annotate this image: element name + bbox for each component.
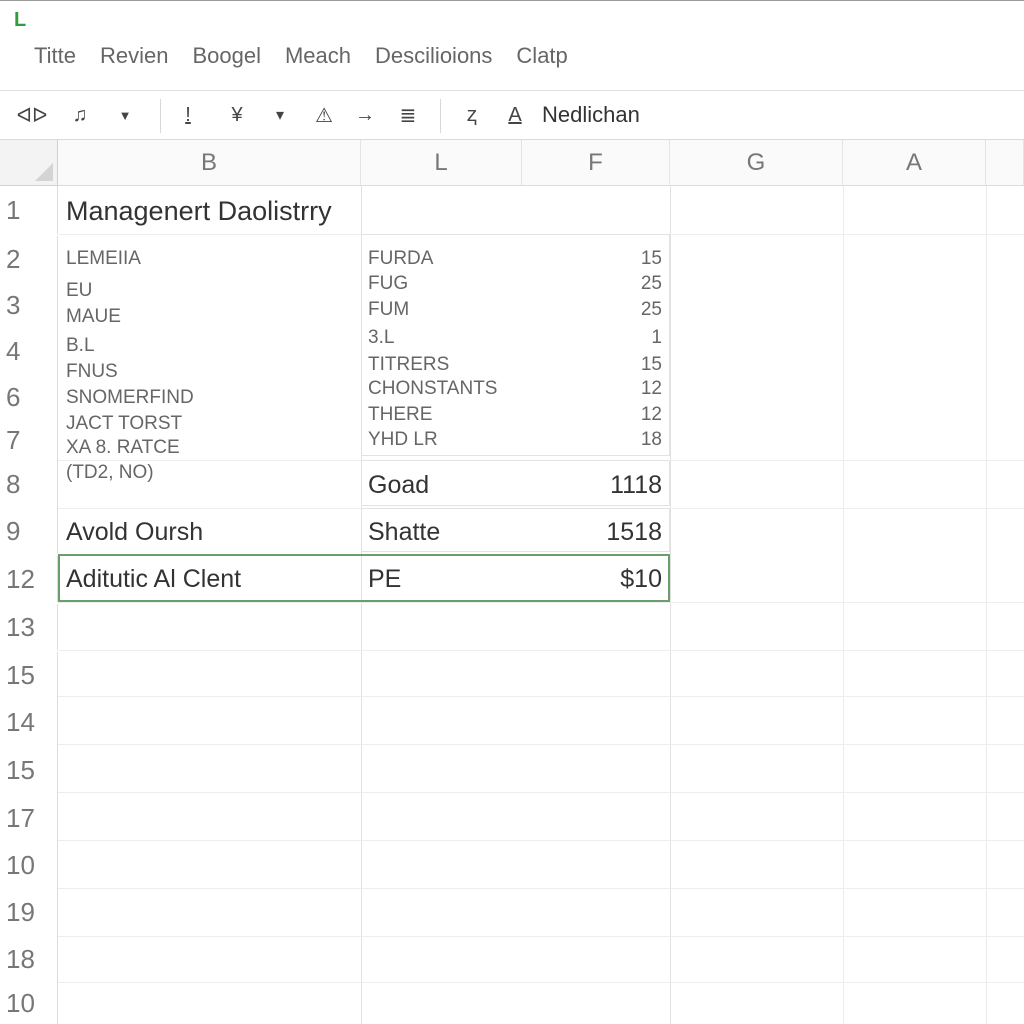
grid-line <box>986 186 987 1024</box>
font-name-selector[interactable]: Nedlichan <box>542 91 640 139</box>
column-header-l[interactable]: L <box>361 140 522 186</box>
total-label[interactable]: Goad <box>368 471 429 500</box>
list-item[interactable]: LEMEIIA <box>66 248 141 270</box>
arrow-right-icon[interactable]: → <box>350 91 380 139</box>
toolbar-divider <box>440 99 441 133</box>
chevron-down-icon[interactable]: ▾ <box>266 91 294 139</box>
item-label[interactable]: TITRERS <box>368 354 449 376</box>
item-label[interactable]: FURDA <box>368 248 433 270</box>
filter-icon[interactable]: ¥ <box>222 91 252 139</box>
row-header[interactable]: 7 <box>0 420 58 460</box>
total-value[interactable]: 1118 <box>592 471 662 500</box>
item-label[interactable]: 3.L <box>368 327 394 349</box>
grid-line <box>670 186 671 1024</box>
row-header[interactable]: 19 <box>0 888 58 936</box>
menu-item-revien[interactable]: Revien <box>88 43 180 69</box>
row-header[interactable]: 10 <box>0 982 58 1024</box>
item-value[interactable]: 18 <box>592 429 662 451</box>
column-header-f[interactable]: F <box>522 140 670 186</box>
menu-item-titte[interactable]: Titte <box>22 43 88 69</box>
row-header[interactable]: 14 <box>0 698 58 746</box>
item-value[interactable]: $10 <box>592 565 662 594</box>
row-header[interactable]: 2 <box>0 236 58 282</box>
dropdown-icon[interactable]: ▼ <box>112 91 138 139</box>
grid-line <box>58 936 1024 937</box>
title-bar: L Titte Revien Boogel Meach Descilioions… <box>0 0 1024 90</box>
item-value[interactable]: 25 <box>592 273 662 295</box>
spreadsheet-grid[interactable]: B L F G A 1 2 3 4 6 7 8 9 12 13 15 14 15… <box>0 140 1024 1024</box>
list-item[interactable]: MAUE <box>66 306 121 328</box>
column-header-b[interactable]: B <box>58 140 361 186</box>
row-header[interactable]: 17 <box>0 794 58 842</box>
row-header[interactable]: 9 <box>0 508 58 554</box>
item-value[interactable]: 1 <box>592 327 662 349</box>
menu-item-meach[interactable]: Meach <box>273 43 363 69</box>
list-item[interactable]: B.L <box>66 335 95 357</box>
menu-item-boogel[interactable]: Boogel <box>180 43 273 69</box>
list-item[interactable]: EU <box>66 280 92 302</box>
grid-line <box>58 888 1024 889</box>
grid-line <box>843 186 844 1024</box>
grid-line <box>58 840 1024 841</box>
row-header[interactable]: 3 <box>0 282 58 328</box>
sheet-title-cell[interactable]: Managenert Daolistrry <box>66 196 332 227</box>
grid-line <box>58 602 1024 603</box>
column-header-a[interactable]: A <box>843 140 986 186</box>
row-header[interactable]: 8 <box>0 460 58 508</box>
item-value[interactable]: 12 <box>592 404 662 426</box>
menu-item-descilioions[interactable]: Descilioions <box>363 43 504 69</box>
item-value[interactable]: 25 <box>592 299 662 321</box>
row-header[interactable]: 13 <box>0 604 58 650</box>
item-value[interactable]: 12 <box>592 378 662 400</box>
align-icon[interactable]: ≣ <box>392 91 424 139</box>
item-label[interactable]: CHONSTANTS <box>368 378 497 400</box>
list-item[interactable]: JACT TORST <box>66 413 182 435</box>
item-value[interactable]: 1518 <box>592 518 662 547</box>
column-header-blank[interactable] <box>986 140 1024 186</box>
grid-line <box>58 982 1024 983</box>
undo-redo-icon[interactable]: ᐊᐅ <box>14 91 50 139</box>
toolbar: ᐊᐅ ♫ ▼ ! ¥ ▾ ⚠ → ≣ ⱬ A Nedlichan <box>0 90 1024 140</box>
item-label[interactable]: FUG <box>368 273 408 295</box>
item-label[interactable]: FUM <box>368 299 409 321</box>
item-value[interactable]: 15 <box>592 354 662 376</box>
app-logo: L <box>14 9 27 31</box>
format-painter-icon[interactable]: ♫ <box>64 91 96 139</box>
list-item[interactable]: XA 8. RATCE <box>66 437 180 459</box>
grid-line <box>58 650 1024 651</box>
grid-line <box>58 744 1024 745</box>
toolbar-divider <box>160 99 161 133</box>
warning-icon[interactable]: ⚠ <box>308 91 340 139</box>
list-item[interactable]: SNOMERFIND <box>66 387 194 409</box>
row-header[interactable]: 6 <box>0 374 58 420</box>
bold-icon[interactable]: ! <box>174 91 202 139</box>
row-label[interactable]: Avold Oursh <box>66 518 203 547</box>
row-header[interactable]: 10 <box>0 842 58 888</box>
item-label[interactable]: Shatte <box>368 518 440 547</box>
menu-bar: Titte Revien Boogel Meach Descilioions C… <box>22 43 580 69</box>
list-item[interactable]: FNUS <box>66 361 118 383</box>
text-format-icon[interactable]: ⱬ <box>458 91 486 139</box>
row-header[interactable]: 15 <box>0 746 58 794</box>
row-label[interactable]: Aditutic Al Clent <box>66 565 241 594</box>
grid-line <box>58 696 1024 697</box>
row-header[interactable]: 15 <box>0 652 58 698</box>
column-header-g[interactable]: G <box>670 140 843 186</box>
menu-item-clatp[interactable]: Clatp <box>504 43 579 69</box>
row-header[interactable]: 18 <box>0 936 58 982</box>
item-label[interactable]: PE <box>368 565 401 594</box>
row-header[interactable]: 12 <box>0 556 58 602</box>
select-all-corner[interactable] <box>0 140 58 186</box>
font-color-icon[interactable]: A <box>500 91 530 139</box>
grid-line <box>58 792 1024 793</box>
item-label[interactable]: YHD LR <box>368 429 438 451</box>
list-item[interactable]: (TD2, NO) <box>66 462 154 484</box>
row-header[interactable]: 4 <box>0 328 58 374</box>
item-label[interactable]: THERE <box>368 404 432 426</box>
item-value[interactable]: 15 <box>592 248 662 270</box>
row-header[interactable]: 1 <box>0 186 58 234</box>
